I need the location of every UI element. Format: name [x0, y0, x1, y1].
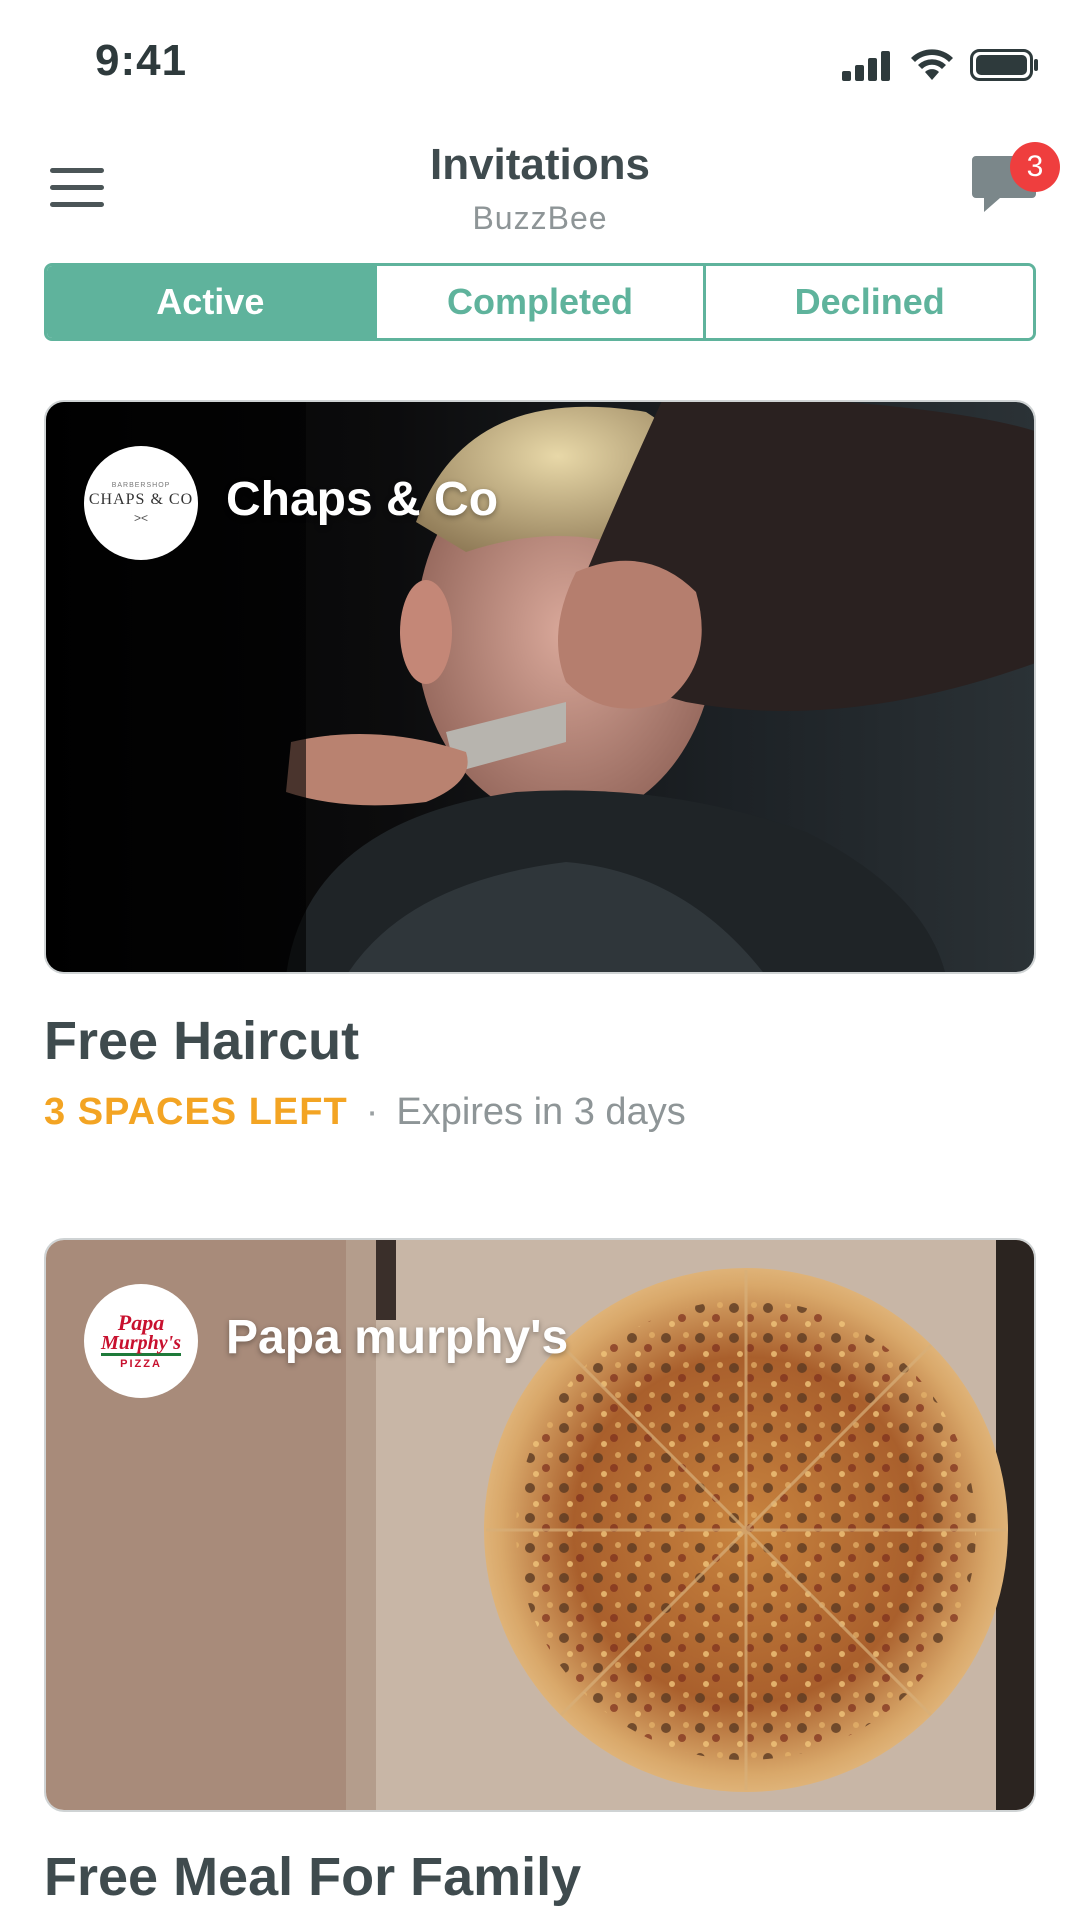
- card-meta: 3 SPACES LEFT · Expires in 3 days: [44, 1091, 686, 1134]
- chaps-logo: BARBERSHOP CHAPS & CO ><: [84, 446, 198, 560]
- status-time: 9:41: [95, 36, 188, 85]
- brand-name: Chaps & Co: [226, 473, 499, 526]
- card-title[interactable]: Free Meal For Family: [44, 1846, 581, 1908]
- meta-separator: ·: [365, 1091, 379, 1133]
- notification-badge: 3: [1010, 142, 1060, 192]
- brand-name: Papa murphy's: [226, 1311, 569, 1364]
- papa-logo-line3: PIZZA: [120, 1357, 162, 1370]
- battery-icon: [970, 49, 1038, 81]
- chaps-logo-text: CHAPS & CO: [88, 490, 194, 508]
- tab-active[interactable]: Active: [47, 266, 377, 338]
- tab-completed[interactable]: Completed: [376, 266, 707, 338]
- papa-logo-line1: Papa: [117, 1309, 165, 1335]
- page-subtitle: BuzzBee: [472, 200, 608, 236]
- invitation-tabs: Active Completed Declined: [44, 263, 1036, 341]
- expires-label: Expires in 3 days: [396, 1091, 686, 1133]
- papa-murphys-logo: Papa Murphy's PIZZA: [84, 1284, 198, 1398]
- wifi-icon: [911, 49, 953, 80]
- card-image-papa-murphys[interactable]: Papa Murphy's PIZZA Papa murphy's: [44, 1238, 1036, 1812]
- papa-logo-line2: Murphy's: [100, 1331, 182, 1356]
- status-icons: [842, 48, 1040, 82]
- invitations-screen: 9:41 Invitations BuzzBee 3 Active Comple…: [0, 0, 1080, 1920]
- page-title: Invitations: [429, 140, 651, 189]
- spaces-left-label: 3 SPACES LEFT: [44, 1091, 348, 1133]
- card-title[interactable]: Free Haircut: [44, 1010, 359, 1072]
- card-image-chaps[interactable]: BARBERSHOP CHAPS & CO >< Chaps & Co: [44, 400, 1036, 974]
- signal-icon: [842, 51, 890, 81]
- tab-declined[interactable]: Declined: [706, 266, 1033, 338]
